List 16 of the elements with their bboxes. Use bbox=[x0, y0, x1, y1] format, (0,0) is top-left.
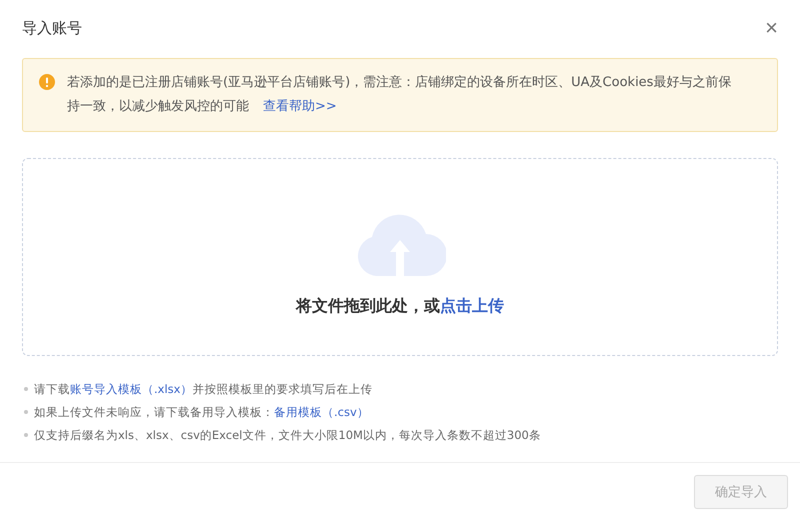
note-text: 请下载账号导入模板（.xlsx）并按照模板里的要求填写后在上传 bbox=[34, 381, 372, 398]
bullet-icon bbox=[24, 410, 28, 414]
close-button[interactable]: × bbox=[761, 17, 782, 39]
upload-link[interactable]: 点击上传 bbox=[440, 296, 504, 314]
template-link[interactable]: 账号导入模板（.xlsx） bbox=[70, 382, 192, 396]
upload-instruction: 将文件拖到此处，或点击上传 bbox=[296, 296, 504, 316]
note-text: 如果上传文件未响应，请下载备用导入模板：备用模板（.csv） bbox=[34, 404, 369, 421]
upload-dropzone[interactable]: 将文件拖到此处，或点击上传 bbox=[22, 158, 778, 356]
note-text: 仅支持后缀名为xls、xlsx、csv的Excel文件，文件大小限10M以内，每次导入条数不超过300条 bbox=[34, 427, 541, 444]
help-link[interactable]: 查看帮助>> bbox=[263, 99, 337, 114]
bullet-icon bbox=[24, 387, 28, 391]
dialog-title: 导入账号 bbox=[22, 18, 82, 38]
warning-icon bbox=[39, 74, 55, 90]
template-link[interactable]: 备用模板（.csv） bbox=[274, 405, 369, 419]
warning-text: 若添加的是已注册店铺账号(亚马逊平台店铺账号)，需注意：店铺绑定的设备所在时区、UA及Cookies最好与之前保持一致，以减少触发风控的可能 查看帮助>> bbox=[67, 74, 732, 116]
bullet-icon bbox=[24, 433, 28, 437]
